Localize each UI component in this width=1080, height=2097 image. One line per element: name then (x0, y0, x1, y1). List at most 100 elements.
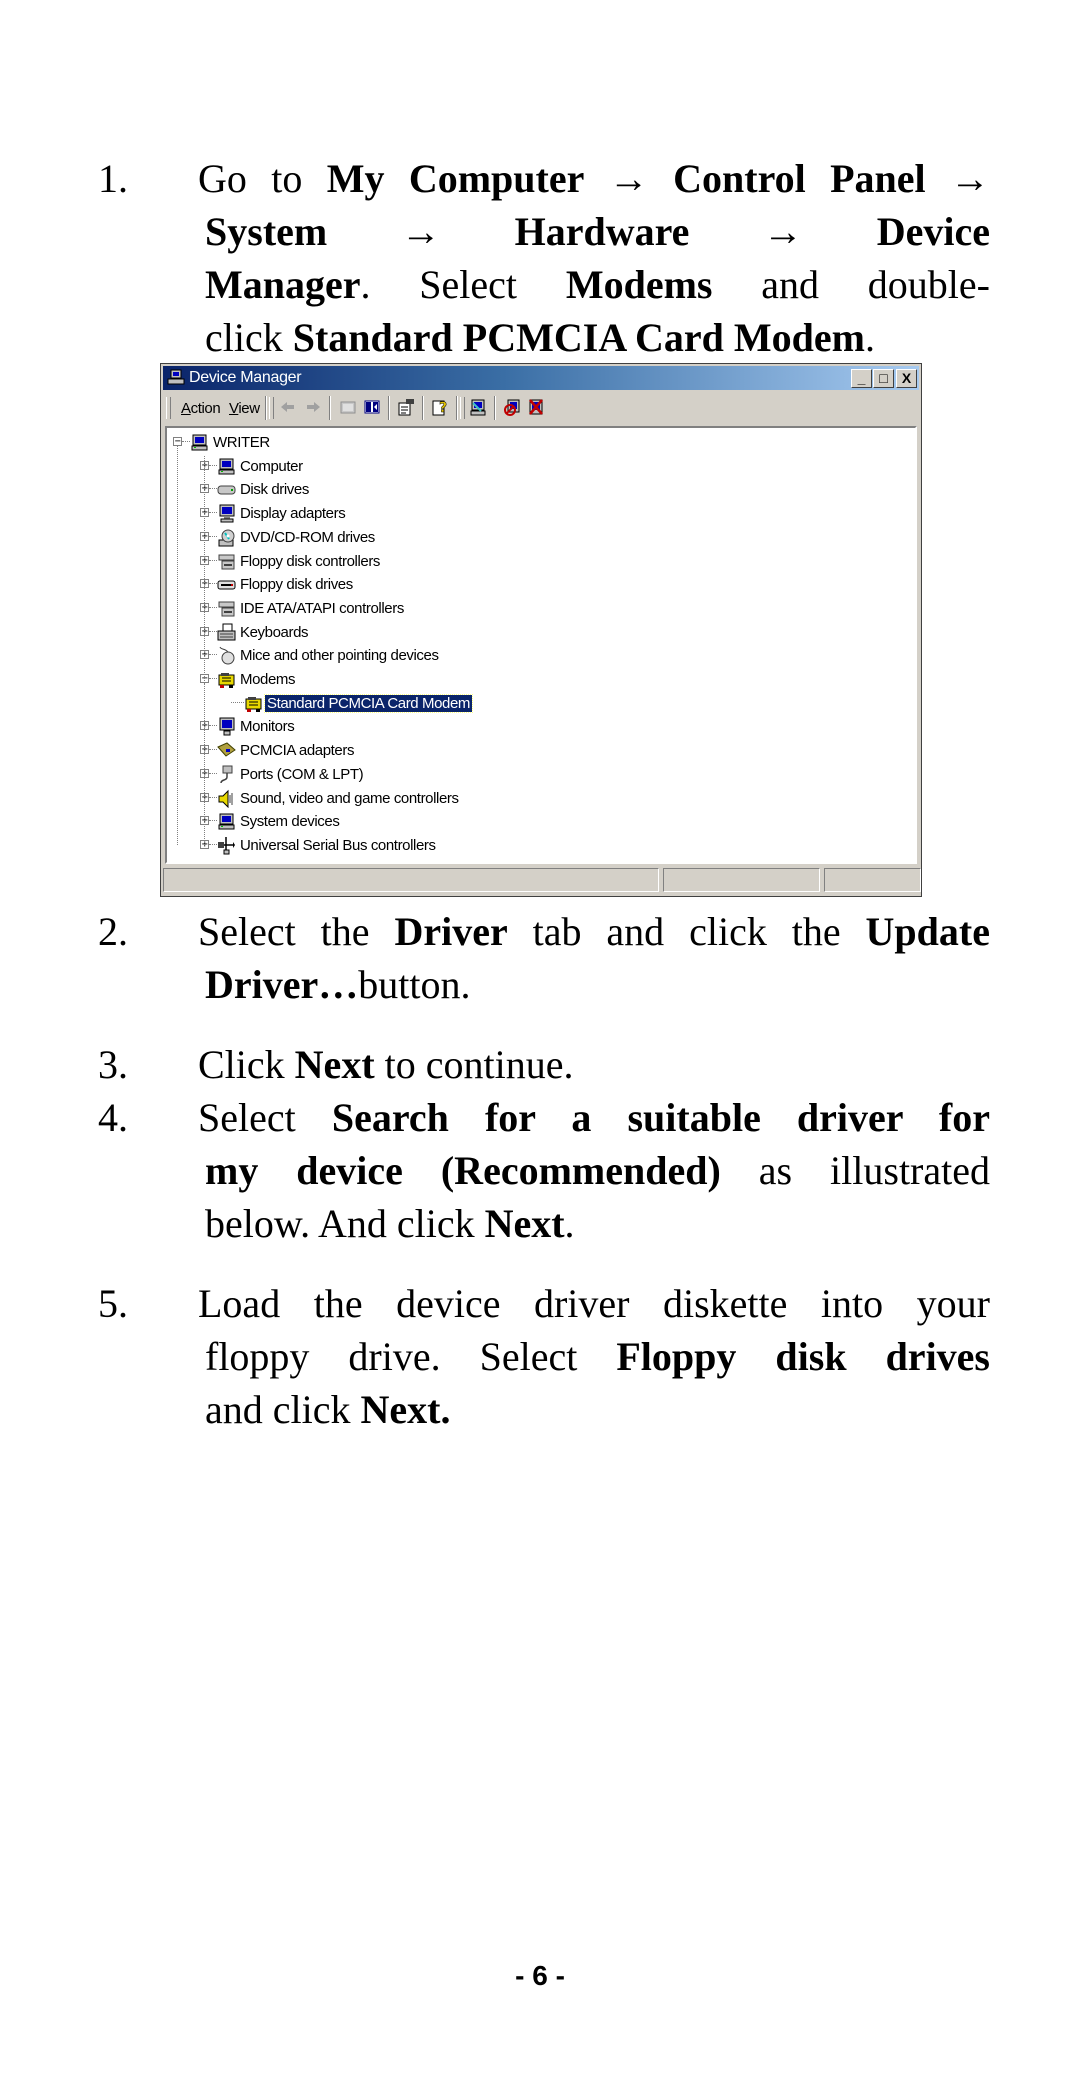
step-line: below. And click Next. (205, 1197, 990, 1250)
tree-connector (209, 535, 217, 537)
computer-icon (191, 434, 208, 451)
display-adapter-icon (219, 504, 235, 523)
menu-view[interactable]: View (229, 400, 260, 417)
step-line: Select Search for a suitable driver for (198, 1091, 990, 1144)
step-line: Manager. Select Modems and double- (205, 258, 990, 311)
tree-node-label[interactable]: Modems (238, 671, 297, 688)
close-icon: X (901, 370, 912, 386)
device-tree[interactable]: − WRITER + Computer + Disk drives + Display ada… (165, 426, 917, 864)
controller-icon (218, 601, 235, 617)
step-line: Driver…button. (205, 958, 990, 1011)
tree-node-label[interactable]: DVD/CD-ROM drives (238, 529, 377, 546)
scan-hardware-icon[interactable] (469, 398, 487, 416)
text-run: . (864, 315, 875, 360)
tree-node-label[interactable]: Monitors (238, 718, 296, 735)
status-pane (163, 868, 659, 892)
maximize-button[interactable]: □ (873, 369, 894, 388)
text-run: Select the (198, 909, 395, 954)
modem-icon (218, 673, 235, 688)
tree-connector (209, 678, 217, 679)
text-run: as illustrated (720, 1148, 990, 1193)
bold-term: Next (484, 1201, 565, 1246)
step-line: my device (Recommended) as illustrated (205, 1144, 990, 1197)
tree-connector (231, 701, 244, 703)
text-run: Click (198, 1042, 295, 1087)
maximize-icon: □ (879, 370, 888, 386)
disable-device-icon[interactable] (503, 398, 521, 416)
sound-icon (218, 789, 233, 808)
text-run: . Select (360, 262, 566, 307)
tree-node-label[interactable]: Floppy disk controllers (238, 553, 382, 570)
step-line: click Standard PCMCIA Card Modem. (205, 311, 990, 364)
text-run: Go to (198, 156, 327, 201)
bold-term: Search for a suitable driver for (331, 1095, 990, 1140)
up-folder-icon[interactable] (339, 398, 357, 416)
minimize-button[interactable]: _ (851, 369, 872, 388)
toolbar-grip[interactable] (269, 397, 274, 419)
toolbar-grip[interactable] (460, 397, 465, 419)
bold-term: Control Panel (673, 156, 926, 201)
text-run: → (327, 209, 515, 254)
step-line: Load the device driver diskette into you… (198, 1277, 990, 1330)
bold-term: Driver (394, 909, 508, 954)
tree-node-label[interactable]: PCMCIA adapters (238, 742, 356, 759)
toolbar-grip[interactable] (166, 397, 171, 419)
monitor-icon (219, 717, 235, 736)
tree-node-label[interactable]: Disk drives (238, 481, 311, 498)
tree-connector (209, 488, 217, 490)
step-text: Select Search for a suitable driver for m… (198, 1091, 990, 1250)
text-run: floppy drive. Select (205, 1334, 617, 1379)
back-arrow-icon[interactable] (279, 398, 297, 416)
show-hide-tree-icon[interactable] (363, 398, 381, 416)
tree-node-label[interactable]: Computer (238, 458, 305, 475)
step-text: Select the Driver tab and click the Upda… (198, 905, 990, 1011)
text-run: → (584, 156, 674, 201)
step-line: System → Hardware → Device (205, 205, 990, 258)
title-bar[interactable]: Device Manager _ □ X (163, 366, 919, 390)
bold-term: Update (865, 909, 990, 954)
menu-action[interactable]: Action (181, 400, 221, 417)
tree-node-label[interactable]: Ports (COM & LPT) (238, 766, 365, 783)
cdrom-icon (218, 529, 235, 547)
step-number: 2. (98, 909, 128, 954)
help-icon[interactable]: ? (431, 398, 449, 416)
tree-connector (209, 654, 217, 656)
properties-icon[interactable] (397, 398, 415, 416)
disk-drive-icon (217, 485, 236, 495)
text-run: tab and click the (507, 909, 866, 954)
collapse-icon[interactable]: − (173, 437, 182, 447)
bold-term: my device (Recommended) (205, 1148, 721, 1193)
tree-node-label[interactable]: Display adapters (238, 505, 347, 522)
tree-node-label[interactable]: Keyboards (238, 624, 310, 641)
tree-node-label[interactable]: Floppy disk drives (238, 576, 355, 593)
forward-arrow-icon[interactable] (304, 398, 322, 416)
tree-node-label[interactable]: IDE ATA/ATAPI controllers (238, 600, 406, 617)
floppy-drive-icon (217, 580, 236, 590)
tree-node-label[interactable]: Sound, video and game controllers (238, 790, 461, 807)
toolbar-separator (494, 396, 496, 420)
tree-connector (209, 772, 217, 774)
close-button[interactable]: X (896, 369, 917, 388)
menu-action-rest: ction (190, 400, 221, 417)
tree-connector (209, 464, 217, 466)
toolbar-separator (329, 396, 331, 420)
tree-node-label[interactable]: System devices (238, 813, 341, 830)
step-number: 3. (98, 1042, 128, 1087)
status-pane (663, 868, 820, 892)
minimize-icon: _ (857, 370, 866, 386)
step-line: Go to My Computer → Control Panel → (198, 152, 990, 205)
tree-node-label[interactable]: WRITER (211, 434, 272, 451)
bold-term: Driver… (205, 962, 359, 1007)
tree-node-label[interactable]: Mice and other pointing devices (238, 647, 441, 664)
mouse-icon (219, 647, 235, 665)
step-text: Click Next to continue. (198, 1038, 990, 1091)
uninstall-device-icon[interactable] (527, 398, 545, 416)
toolbar-separator (456, 396, 458, 420)
bold-term: Next. (360, 1387, 451, 1432)
text-run: Select (198, 1095, 332, 1140)
selected-node-label[interactable]: Standard PCMCIA Card Modem (263, 693, 474, 713)
tree-node-label[interactable]: Universal Serial Bus controllers (238, 837, 438, 854)
bold-term: Manager (205, 262, 361, 307)
tree-connector (209, 796, 217, 798)
step-line: floppy drive. Select Floppy disk drives (205, 1330, 990, 1383)
